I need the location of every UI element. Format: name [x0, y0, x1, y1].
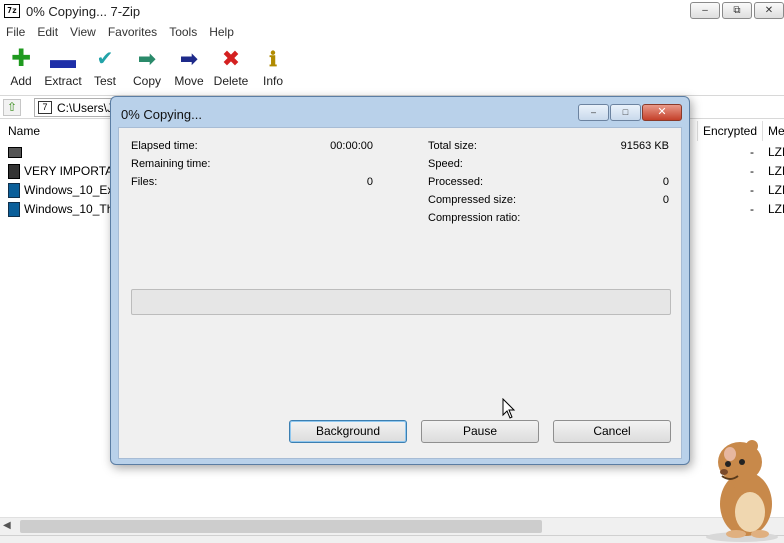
copy-button[interactable]: ➡ Copy: [126, 43, 168, 93]
speed-label: Speed:: [428, 158, 463, 170]
minimize-button[interactable]: –: [690, 2, 720, 19]
file-name: Windows_10_Ext: [24, 183, 117, 197]
column-encrypted[interactable]: Encrypted: [703, 124, 757, 138]
cancel-button[interactable]: Cancel: [553, 420, 671, 443]
file-encrypted: -: [750, 164, 754, 178]
info-button[interactable]: ℹ Info: [252, 43, 294, 93]
background-button[interactable]: Background: [289, 420, 407, 443]
elapsed-time-value: 00:00:00: [330, 140, 373, 152]
hamster-mascot-image: [700, 432, 784, 543]
dialog-body: Elapsed time: 00:00:00 Remaining time: F…: [118, 127, 682, 459]
file-encrypted: -: [750, 145, 754, 159]
close-button[interactable]: ✕: [754, 2, 784, 19]
extract-button[interactable]: ▬ Extract: [42, 43, 84, 93]
file-method: LZM: [768, 145, 784, 159]
check-icon: ✔: [96, 48, 114, 70]
menu-tools[interactable]: Tools: [163, 25, 203, 39]
dialog-controls: – □ ✕: [578, 104, 682, 121]
file-name: VERY IMPORTAN: [24, 164, 122, 178]
processed-label: Processed:: [428, 176, 484, 188]
window-title: 0% Copying... 7-Zip: [26, 3, 141, 19]
copy-label: Copy: [132, 74, 161, 88]
delete-button[interactable]: ✖ Delete: [210, 43, 252, 93]
move-label: Move: [174, 74, 204, 88]
remaining-time-label: Remaining time:: [131, 158, 211, 170]
column-divider: [697, 121, 698, 141]
copy-progress-dialog: 0% Copying... – □ ✕ Elapsed time: 00:00:…: [110, 96, 690, 465]
menu-file[interactable]: File: [0, 25, 31, 39]
folder-up-icon[interactable]: ⇧: [3, 99, 21, 116]
files-value: 0: [366, 176, 373, 188]
arrow-right-icon: ➡: [179, 46, 199, 71]
processed-value: 0: [662, 176, 669, 188]
file-icon: [8, 164, 20, 179]
horizontal-scrollbar[interactable]: ◀: [0, 517, 784, 535]
x-icon: ✖: [221, 46, 241, 71]
dialog-minimize-button[interactable]: –: [578, 104, 609, 121]
toolbar: ✚ Add ▬ Extract ✔ Test ➡ Copy ➡ Move ✖ D…: [0, 43, 784, 93]
menu-bar: File Edit View Favorites Tools Help: [0, 22, 784, 42]
elapsed-time-label: Elapsed time:: [131, 140, 198, 152]
file-encrypted: -: [750, 202, 754, 216]
file-encrypted: -: [750, 183, 754, 197]
menu-favorites[interactable]: Favorites: [102, 25, 163, 39]
restore-button[interactable]: ⧉: [722, 2, 752, 19]
plus-icon: ✚: [10, 45, 32, 72]
menu-edit[interactable]: Edit: [31, 25, 64, 39]
menu-view[interactable]: View: [64, 25, 102, 39]
add-button[interactable]: ✚ Add: [0, 43, 42, 93]
info-icon: ℹ: [269, 47, 277, 71]
archive-file-icon: [8, 202, 20, 217]
test-button[interactable]: ✔ Test: [84, 43, 126, 93]
compressed-size-label: Compressed size:: [428, 194, 517, 206]
total-size-label: Total size:: [428, 140, 477, 152]
delete-label: Delete: [213, 74, 249, 88]
test-label: Test: [93, 74, 116, 88]
file-method: LZM: [768, 183, 784, 197]
path-text: C:\Users\J: [57, 100, 114, 115]
add-label: Add: [10, 74, 32, 88]
total-size-value: 91563 KB: [620, 140, 669, 152]
dialog-maximize-button[interactable]: □: [610, 104, 641, 121]
arrow-right-icon: ➡: [137, 46, 157, 71]
dialog-close-button[interactable]: ✕: [642, 104, 682, 121]
info-label: Info: [262, 74, 283, 88]
drive-icon: 7: [38, 101, 52, 114]
compression-ratio-label: Compression ratio:: [428, 212, 521, 224]
pause-button[interactable]: Pause: [421, 420, 539, 443]
menu-help[interactable]: Help: [203, 25, 240, 39]
move-button[interactable]: ➡ Move: [168, 43, 210, 93]
files-label: Files:: [131, 176, 158, 188]
column-method[interactable]: Me: [768, 124, 784, 138]
dialog-title: 0% Copying...: [121, 107, 202, 122]
file-method: LZM: [768, 202, 784, 216]
minus-icon: ▬: [50, 44, 76, 74]
extract-label: Extract: [44, 74, 82, 88]
progress-bar: [131, 289, 671, 315]
scroll-left-icon[interactable]: ◀: [3, 520, 11, 531]
file-name: Windows_10_Th: [24, 202, 114, 216]
status-bar: [0, 535, 784, 543]
archive-file-icon: [8, 183, 20, 198]
file-method: LZM: [768, 164, 784, 178]
scrollbar-thumb[interactable]: [20, 520, 542, 533]
column-divider: [762, 121, 763, 141]
folder-icon: [8, 147, 22, 158]
compressed-size-value: 0: [662, 194, 669, 206]
sevenzip-app-icon: 7z: [4, 4, 20, 18]
title-bar: 7z 0% Copying... 7-Zip – ⧉ ✕: [0, 0, 784, 22]
window-controls: – ⧉ ✕: [690, 2, 784, 19]
column-name[interactable]: Name: [8, 124, 40, 138]
